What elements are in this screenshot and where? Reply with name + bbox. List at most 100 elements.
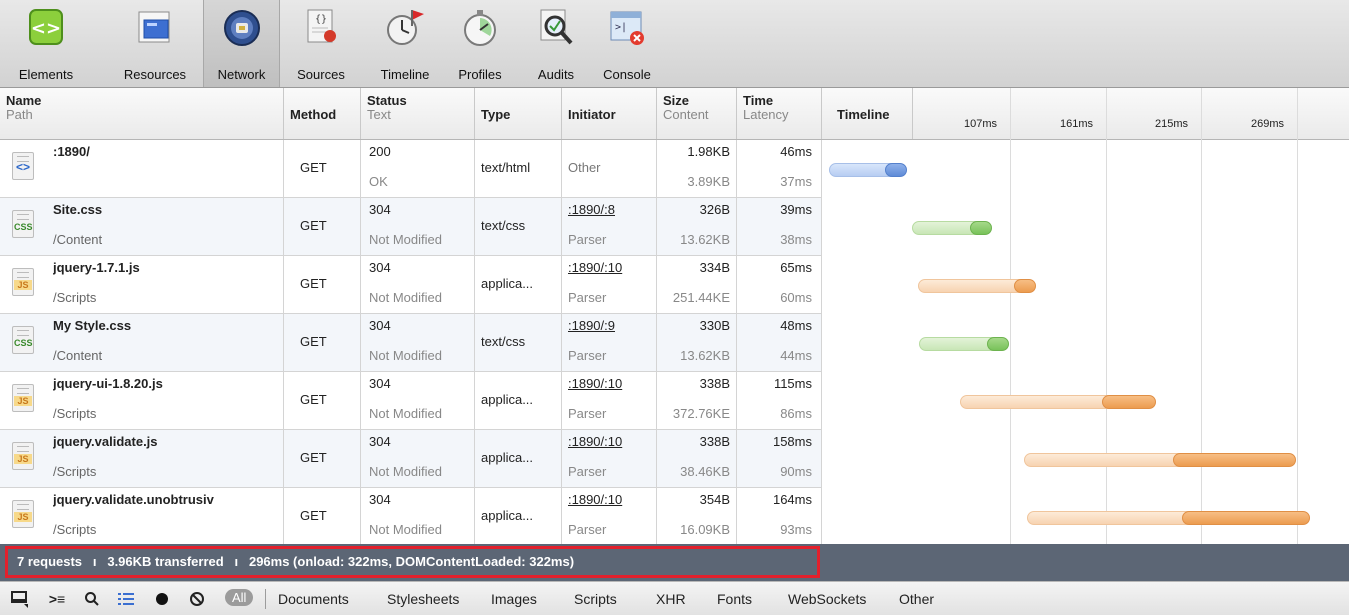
mime-type: applica... [481,276,534,291]
filter-all[interactable]: All [225,589,254,606]
clear-button[interactable] [185,588,209,610]
name-cell[interactable]: CSS Site.css/Content [0,198,284,255]
tab-timeline[interactable]: Timeline [365,0,445,87]
column-header-timeline[interactable]: Timeline [822,88,1349,139]
status-text: OK [369,174,388,189]
css-file-icon: CSS [12,210,34,238]
name-cell[interactable]: JS jquery-ui-1.8.20.js/Scripts [0,372,284,429]
table-row[interactable]: JS jquery.validate.unobtrusiv/Scripts GET 3… [0,488,822,546]
timeline-gridline [1010,88,1011,544]
total-time: 48ms [780,318,812,333]
js-file-icon: JS [12,268,34,296]
size-cell: 338B 372.76KE [657,372,737,429]
initiator-cell[interactable]: :1890/:10 Parser [562,488,657,545]
request-method: GET [300,334,327,349]
record-icon [156,593,168,605]
receiving-bar [969,221,992,235]
filter-fonts[interactable]: Fonts [717,591,752,607]
tab-resources[interactable]: Resources [108,0,202,87]
summary-text: 7 requests ı 3.96KB transferred ı 296ms … [17,554,575,569]
initiator-link[interactable]: :1890/:9 [568,318,615,333]
column-title: Time [743,93,774,108]
status-cell: 304 Not Modified [361,488,475,545]
tab-sources[interactable]: {} Sources [282,0,360,87]
status-code: 304 [369,260,391,275]
initiator-cell[interactable]: :1890/:10 Parser [562,372,657,429]
initiator-cell[interactable]: :1890/:8 Parser [562,198,657,255]
transfer-size: 1.98KB [687,144,730,159]
record-button[interactable] [150,588,174,610]
tab-profiles[interactable]: Profiles [447,0,513,87]
content-size: 251.44KE [672,290,730,305]
status-code: 200 [369,144,391,159]
mime-type: text/css [481,334,526,349]
status-code: 304 [369,376,391,391]
column-header-name[interactable]: Name Path [0,88,284,139]
initiator-link[interactable]: :1890/:8 [568,202,615,217]
timeline-tick: 215ms [1155,118,1189,130]
size-cell: 1.98KB 3.89KB [657,140,737,197]
tab-label: Console [603,67,651,82]
filter-xhr[interactable]: XHR [656,591,686,607]
filter-websockets[interactable]: WebSockets [788,591,866,607]
status-text: Not Modified [369,232,442,247]
column-header-status[interactable]: Status Text [361,88,475,139]
name-cell[interactable]: JS jquery.validate.js/Scripts [0,430,284,487]
column-header-initiator[interactable]: Initiator [562,88,657,139]
search-button[interactable] [80,588,104,610]
column-header-type[interactable]: Type [475,88,562,139]
mime-type: applica... [481,450,534,465]
name-cell[interactable]: JS jquery.validate.unobtrusiv/Scripts [0,488,284,545]
initiator-cell[interactable]: :1890/:10 Parser [562,256,657,313]
column-header-time[interactable]: Time Latency [737,88,822,139]
name-cell[interactable]: <>:1890/ [0,140,284,197]
table-row[interactable]: <>:1890/GET 200 OK text/html Other 1.98KB 3.89… [0,140,822,198]
tab-elements[interactable]: <> Elements [6,0,86,87]
console-toggle-button[interactable]: >≡ [45,588,69,610]
clear-icon [190,592,204,606]
initiator-cell[interactable]: :1890/:10 Parser [562,430,657,487]
total-time: 115ms [773,376,812,391]
column-subtitle: Content [663,107,709,122]
table-row[interactable]: JS jquery-1.7.1.js/Scripts GET 304 Not Modif… [0,256,822,314]
filter-scripts[interactable]: Scripts [574,591,617,607]
filter-other[interactable]: Other [899,591,934,607]
list-view-button[interactable] [114,588,138,610]
table-row[interactable]: CSS My Style.css/Content GET 304 Not Modifie… [0,314,822,372]
name-cell[interactable]: CSS My Style.css/Content [0,314,284,371]
elements-icon: <> [23,6,69,52]
tab-label: Network [217,67,266,82]
size-cell: 338B 38.46KB [657,430,737,487]
column-header-size[interactable]: Size Content [657,88,737,139]
console-toggle-icon: >≡ [48,591,66,607]
column-title: Type [481,107,511,122]
initiator-cell[interactable]: :1890/:9 Parser [562,314,657,371]
table-row[interactable]: JS jquery-ui-1.8.20.js/Scripts GET 304 Not M… [0,372,822,430]
initiator-link[interactable]: :1890/:10 [568,376,622,391]
initiator-type: Parser [568,522,607,537]
initiator-link[interactable]: :1890/:10 [568,492,622,507]
request-path: /Content [53,232,103,247]
table-row[interactable]: CSS Site.css/Content GET 304 Not Modified tex… [0,198,822,256]
column-header-method[interactable]: Method [284,88,361,139]
filter-stylesheets[interactable]: Stylesheets [387,591,459,607]
dock-button[interactable] [8,588,32,610]
filter-documents[interactable]: Documents [278,591,349,607]
tab-network[interactable]: Network [203,0,280,87]
status-cell: 304 Not Modified [361,198,475,255]
latency-time: 44ms [780,348,812,363]
table-row[interactable]: JS jquery.validate.js/Scripts GET 304 Not Mo… [0,430,822,488]
method-cell: GET [284,372,361,429]
initiator-link[interactable]: :1890/:10 [568,434,622,449]
total-time: 46ms [780,144,812,159]
filter-images[interactable]: Images [491,591,537,607]
tab-audits[interactable]: Audits [521,0,591,87]
name-cell[interactable]: JS jquery-1.7.1.js/Scripts [0,256,284,313]
column-subtitle: Text [367,107,391,122]
tab-console[interactable]: >| Console [590,0,664,87]
content-size: 372.76KE [672,406,730,421]
size-cell: 354B 16.09KB [657,488,737,545]
initiator-link[interactable]: :1890/:10 [568,260,622,275]
sources-icon: {} [298,6,344,52]
initiator-cell[interactable]: Other [562,140,657,197]
